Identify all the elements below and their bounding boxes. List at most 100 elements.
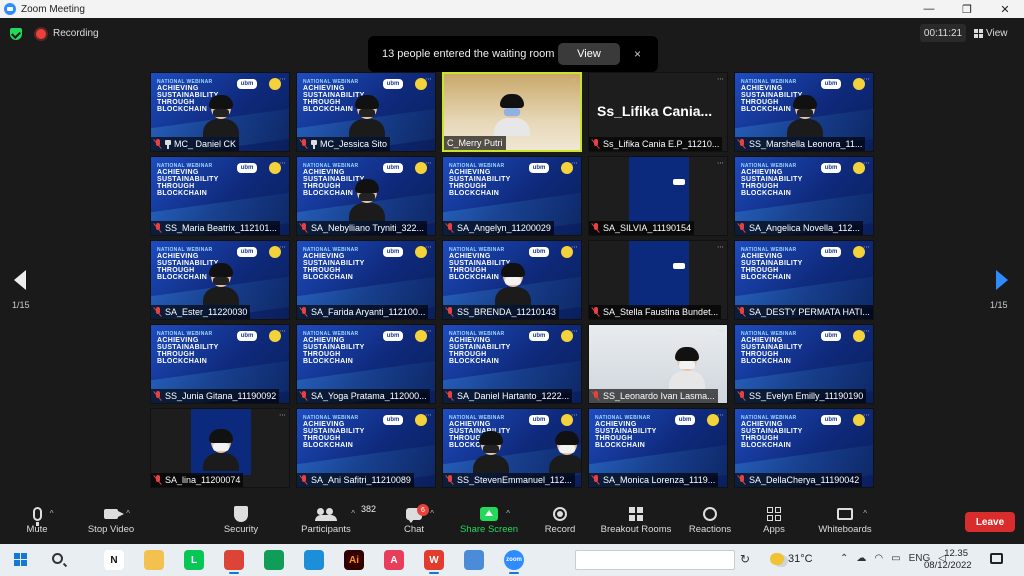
breakout-rooms-button[interactable]: Breakout Rooms <box>598 504 674 542</box>
more-options-icon[interactable]: ⋯ <box>863 159 870 167</box>
illustrator-icon[interactable]: Ai <box>344 550 364 570</box>
more-options-icon[interactable]: ⋯ <box>717 411 724 419</box>
more-options-icon[interactable]: ⋯ <box>279 327 286 335</box>
chevron-up-icon[interactable]: ^ <box>863 509 867 518</box>
apps-button[interactable]: Apps <box>760 504 788 542</box>
participant-tile[interactable]: NATIONAL WEBINAR ACHIEVING SUSTAINABILITY T… <box>442 324 582 404</box>
participants-button[interactable]: 382 ^ Participants <box>298 504 376 542</box>
participant-tile[interactable]: NATIONAL WEBINAR ACHIEVING SUSTAINABILITY T… <box>734 240 874 320</box>
more-options-icon[interactable]: ⋯ <box>717 159 724 167</box>
more-options-icon[interactable]: ⋯ <box>571 327 578 335</box>
refresh-icon[interactable]: ↻ <box>740 552 750 566</box>
notion-icon[interactable]: N <box>104 550 124 570</box>
stop-video-button[interactable]: ^ Stop Video <box>84 504 138 542</box>
participant-tile[interactable]: ⋯ C_Merry Putri <box>442 72 582 152</box>
windows-start-icon[interactable] <box>14 553 27 566</box>
participant-tile[interactable]: NATIONAL WEBINAR ACHIEVING SUSTAINABILITY T… <box>150 156 290 236</box>
maximize-button[interactable]: ❐ <box>948 0 986 18</box>
participant-tile[interactable]: NATIONAL WEBINAR ACHIEVING SUSTAINABILITY T… <box>442 156 582 236</box>
participant-tile[interactable]: NATIONAL WEBINAR ACHIEVING SUSTAINABILITY T… <box>734 408 874 488</box>
chevron-up-icon[interactable]: ^ <box>351 509 355 518</box>
more-options-icon[interactable]: ⋯ <box>425 159 432 167</box>
more-options-icon[interactable]: ⋯ <box>279 159 286 167</box>
edge-icon[interactable] <box>304 550 324 570</box>
more-options-icon[interactable]: ⋯ <box>717 243 724 251</box>
minimize-button[interactable]: — <box>910 0 948 18</box>
more-options-icon[interactable]: ⋯ <box>571 411 578 419</box>
participant-tile[interactable]: ⋯ SA_Stella Faustina Bundet... <box>588 240 728 320</box>
security-button[interactable]: Security <box>220 504 262 542</box>
more-options-icon[interactable]: ⋯ <box>425 411 432 419</box>
app-blue-icon[interactable] <box>464 550 484 570</box>
participant-tile[interactable]: ⋯ SA_SILVIA_11190154 <box>588 156 728 236</box>
participant-tile[interactable]: Ss_Lifika Cania... ⋯ Ss_Lifika Cania E.P_1… <box>588 72 728 152</box>
participant-tile[interactable]: NATIONAL WEBINAR ACHIEVING SUSTAINABILITY T… <box>296 408 436 488</box>
more-options-icon[interactable]: ⋯ <box>425 327 432 335</box>
participant-tile[interactable]: NATIONAL WEBINAR ACHIEVING SUSTAINABILITY T… <box>296 240 436 320</box>
chevron-up-icon[interactable]: ⌃ <box>840 553 848 564</box>
next-page-arrow-icon[interactable] <box>996 270 1008 290</box>
weather-temperature: 31°C <box>788 553 813 565</box>
mute-button[interactable]: ^ Mute <box>22 504 54 542</box>
anydo-icon[interactable]: A <box>384 550 404 570</box>
chrome-2-icon[interactable] <box>264 550 284 570</box>
previous-page-arrow-icon[interactable] <box>14 270 26 290</box>
chat-button[interactable]: 6 ^ Chat <box>400 504 434 542</box>
taskbar-clock[interactable]: 12.35 08/12/2022 <box>924 548 972 572</box>
whiteboards-button[interactable]: ^ Whiteboards <box>816 504 874 542</box>
line-icon[interactable]: L <box>184 550 204 570</box>
view-button[interactable]: View <box>974 24 1018 42</box>
more-options-icon[interactable]: ⋯ <box>863 327 870 335</box>
more-options-icon[interactable]: ⋯ <box>863 243 870 251</box>
more-options-icon[interactable]: ⋯ <box>279 243 286 251</box>
shield-check-icon[interactable] <box>10 28 22 40</box>
participant-tile[interactable]: NATIONAL WEBINAR ACHIEVING SUSTAINABILITY T… <box>150 72 290 152</box>
participant-tile[interactable]: NATIONAL WEBINAR ACHIEVING SUSTAINABILITY T… <box>150 324 290 404</box>
more-options-icon[interactable]: ⋯ <box>570 76 577 84</box>
zoom-icon[interactable]: zoom <box>504 550 524 574</box>
share-screen-button[interactable]: ^ Share Screen <box>458 504 520 542</box>
more-options-icon[interactable]: ⋯ <box>425 75 432 83</box>
wps-icon[interactable]: W <box>424 550 444 574</box>
participant-tile[interactable]: NATIONAL WEBINAR ACHIEVING SUSTAINABILITY T… <box>442 240 582 320</box>
more-options-icon[interactable]: ⋯ <box>571 243 578 251</box>
more-options-icon[interactable]: ⋯ <box>425 243 432 251</box>
waiting-room-view-button[interactable]: View <box>558 43 620 65</box>
participant-tile[interactable]: NATIONAL WEBINAR ACHIEVING SUSTAINABILITY T… <box>150 240 290 320</box>
more-options-icon[interactable]: ⋯ <box>279 75 286 83</box>
weather-widget[interactable]: 31°C <box>770 553 813 565</box>
participant-tile[interactable]: NATIONAL WEBINAR ACHIEVING SUSTAINABILITY T… <box>296 72 436 152</box>
participant-tile[interactable]: ⋯ SS_Leonardo Ivan Lasma... <box>588 324 728 404</box>
participant-tile[interactable]: NATIONAL WEBINAR ACHIEVING SUSTAINABILITY T… <box>734 156 874 236</box>
reactions-button[interactable]: Reactions <box>688 504 732 542</box>
file-explorer-icon[interactable] <box>144 550 164 570</box>
search-icon[interactable] <box>52 553 63 564</box>
participant-tile[interactable]: NATIONAL WEBINAR ACHIEVING SUSTAINABILITY T… <box>296 156 436 236</box>
cloud-icon[interactable]: ☁ <box>856 553 866 564</box>
participant-tile[interactable]: NATIONAL WEBINAR ACHIEVING SUSTAINABILITY T… <box>588 408 728 488</box>
close-window-button[interactable]: ✕ <box>986 0 1024 18</box>
record-button[interactable]: Record <box>542 504 578 542</box>
taskbar-address-field[interactable] <box>575 550 735 570</box>
participant-tile[interactable]: NATIONAL WEBINAR ACHIEVING SUSTAINABILITY T… <box>734 324 874 404</box>
leave-button[interactable]: Leave <box>965 512 1015 532</box>
more-options-icon[interactable]: ⋯ <box>717 75 724 83</box>
notifications-icon[interactable] <box>990 553 1003 564</box>
participant-tile[interactable]: NATIONAL WEBINAR ACHIEVING SUSTAINABILITY T… <box>296 324 436 404</box>
more-options-icon[interactable]: ⋯ <box>863 75 870 83</box>
chevron-up-icon[interactable]: ^ <box>506 509 510 518</box>
chevron-up-icon[interactable]: ^ <box>126 509 130 518</box>
chevron-up-icon[interactable]: ^ <box>50 509 54 518</box>
participant-tile[interactable]: NATIONAL WEBINAR ACHIEVING SUSTAINABILITY T… <box>734 72 874 152</box>
participant-tile[interactable]: ⋯ SA_lina_11200074 <box>150 408 290 488</box>
more-options-icon[interactable]: ⋯ <box>571 159 578 167</box>
participant-tile[interactable]: NATIONAL WEBINAR ACHIEVING SUSTAINABILITY T… <box>442 408 582 488</box>
more-options-icon[interactable]: ⋯ <box>279 411 286 419</box>
chevron-up-icon[interactable]: ^ <box>430 509 434 518</box>
wifi-icon[interactable]: ◠ <box>874 553 883 564</box>
more-options-icon[interactable]: ⋯ <box>863 411 870 419</box>
more-options-icon[interactable]: ⋯ <box>717 327 724 335</box>
close-icon[interactable]: × <box>634 47 641 61</box>
chrome-icon[interactable] <box>224 550 244 574</box>
battery-icon[interactable]: ▭ <box>891 553 900 564</box>
